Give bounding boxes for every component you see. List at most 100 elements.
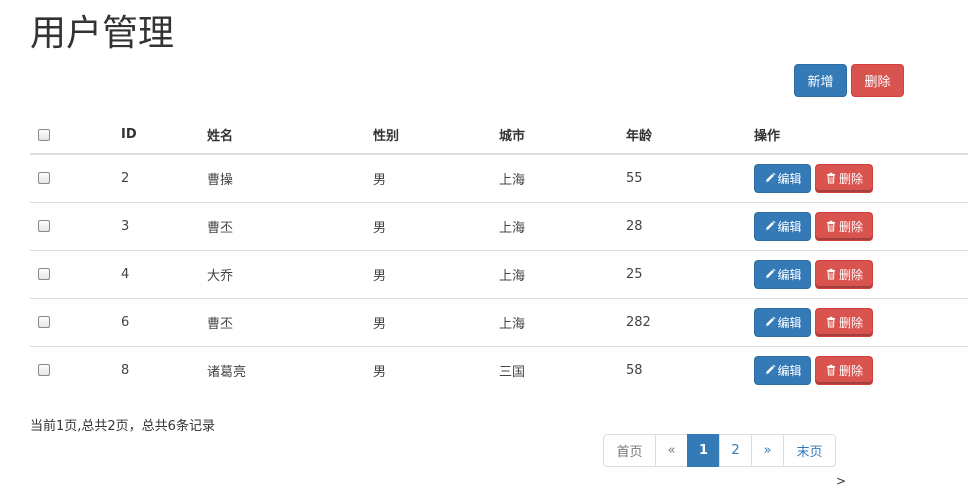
cell-age: 28 bbox=[618, 201, 746, 250]
user-table-container: ID 姓名 性别 城市 年龄 操作 2 曹操男上海 55 编辑 删除 3 曹丕男上海 28 编辑… bbox=[30, 116, 968, 394]
table-row: 8 诸葛亮男三国 58 编辑 删除 bbox=[30, 345, 968, 394]
trash-icon bbox=[825, 364, 837, 376]
cell-id: 3 bbox=[113, 201, 199, 250]
cell-gender: 男 bbox=[365, 297, 491, 346]
page-first[interactable]: 首页 bbox=[603, 434, 656, 467]
cell-city: 上海 bbox=[499, 172, 526, 188]
trash-icon bbox=[825, 316, 837, 328]
cell-age: 58 bbox=[618, 345, 746, 394]
delete-button-label: 删除 bbox=[839, 171, 864, 186]
user-table: ID 姓名 性别 城市 年龄 操作 2 曹操男上海 55 编辑 删除 3 曹丕男上海 28 编辑… bbox=[30, 116, 968, 394]
delete-button-label: 删除 bbox=[839, 315, 864, 330]
row-actions: 编辑 删除 bbox=[754, 211, 960, 241]
row-actions: 编辑 删除 bbox=[754, 259, 960, 289]
edit-button-label: 编辑 bbox=[777, 219, 802, 234]
header-gender: 性别 bbox=[365, 116, 491, 155]
pagination: 首页 « 1 2 » 末页 bbox=[603, 434, 836, 467]
cell-city: 上海 bbox=[491, 297, 618, 346]
edit-button[interactable]: 编辑 bbox=[754, 307, 811, 337]
edit-button-label: 编辑 bbox=[777, 315, 802, 330]
edit-button[interactable]: 编辑 bbox=[754, 355, 811, 385]
pencil-icon bbox=[764, 172, 776, 184]
cell-ops: 编辑 删除 bbox=[746, 345, 968, 394]
cell-city: 上海 bbox=[491, 249, 618, 298]
row-checkbox[interactable] bbox=[38, 268, 50, 280]
cell-name: 诸葛亮 bbox=[199, 345, 365, 394]
cell-ops: 编辑 删除 bbox=[746, 249, 968, 298]
row-select-cell bbox=[30, 297, 113, 346]
cell-name: 曹丕 bbox=[199, 201, 365, 250]
row-select-cell bbox=[30, 249, 113, 298]
add-button[interactable]: 新增 bbox=[794, 64, 847, 97]
cell-name: 曹丕 bbox=[199, 297, 365, 346]
row-actions: 编辑 删除 bbox=[754, 307, 960, 337]
header-city: 城市 bbox=[491, 116, 618, 155]
cell-name: 大乔 bbox=[199, 249, 365, 298]
edit-button-label: 编辑 bbox=[777, 267, 802, 282]
row-actions: 编辑 删除 bbox=[754, 355, 960, 385]
page-2[interactable]: 2 bbox=[719, 434, 752, 467]
row-checkbox[interactable] bbox=[38, 364, 50, 377]
cell-age: 55 bbox=[626, 170, 643, 186]
row-checkbox[interactable] bbox=[38, 316, 50, 328]
pencil-icon bbox=[764, 316, 776, 328]
cell-gender: 男 bbox=[373, 172, 387, 188]
cell-ops: 编辑 删除 bbox=[746, 154, 968, 202]
delete-selected-button[interactable]: 删除 bbox=[851, 64, 904, 97]
cell-id: 4 bbox=[113, 249, 199, 298]
page-1[interactable]: 1 bbox=[687, 434, 720, 467]
edit-button-label: 编辑 bbox=[777, 171, 802, 186]
page-last[interactable]: 末页 bbox=[783, 434, 836, 467]
header-ops: 操作 bbox=[746, 116, 968, 155]
trash-icon bbox=[825, 172, 837, 184]
cell-id: 6 bbox=[113, 297, 199, 346]
table-header-row: ID 姓名 性别 城市 年龄 操作 bbox=[30, 116, 968, 155]
delete-button[interactable]: 删除 bbox=[815, 307, 873, 337]
cell-gender: 男 bbox=[365, 201, 491, 250]
delete-button[interactable]: 删除 bbox=[815, 211, 873, 241]
table-row: 4 大乔男上海 25 编辑 删除 bbox=[30, 249, 968, 298]
header-id: ID bbox=[113, 116, 199, 155]
edit-button-label: 编辑 bbox=[777, 363, 802, 378]
select-all-checkbox[interactable] bbox=[38, 128, 50, 141]
delete-button-label: 删除 bbox=[839, 363, 864, 378]
row-checkbox[interactable] bbox=[38, 172, 50, 185]
cell-gender: 男 bbox=[365, 345, 491, 394]
page-prev[interactable]: « bbox=[655, 434, 688, 467]
edit-button[interactable]: 编辑 bbox=[754, 259, 811, 289]
cell-age: 25 bbox=[618, 249, 746, 298]
header-age: 年龄 bbox=[618, 116, 746, 155]
page-next[interactable]: » bbox=[751, 434, 784, 467]
row-actions: 编辑 删除 bbox=[754, 163, 960, 193]
row-checkbox[interactable] bbox=[38, 220, 50, 232]
table-body: 2 曹操男上海 55 编辑 删除 3 曹丕男上海 28 编辑 删除 4 大乔男上海 25 编辑 删除 6 曹丕男… bbox=[30, 154, 968, 394]
stray-glyph: > bbox=[836, 474, 847, 488]
edit-button[interactable]: 编辑 bbox=[754, 163, 811, 193]
row-select-cell bbox=[30, 345, 113, 394]
delete-button-label: 删除 bbox=[839, 267, 864, 282]
top-actions: 新增 删除 bbox=[794, 64, 904, 97]
page-title: 用户管理 bbox=[30, 13, 175, 54]
row-select-cell bbox=[30, 154, 113, 202]
table-row: 6 曹丕男上海 282 编辑 删除 bbox=[30, 297, 968, 346]
table-row: 2 曹操 男 上海 55 编辑 删除 bbox=[30, 154, 968, 202]
pagination-info: 当前1页,总共2页，总共6条记录 bbox=[30, 419, 215, 434]
delete-button-label: 删除 bbox=[839, 219, 864, 234]
edit-button[interactable]: 编辑 bbox=[754, 211, 811, 241]
cell-gender: 男 bbox=[365, 249, 491, 298]
pencil-icon bbox=[764, 220, 776, 232]
cell-ops: 编辑 删除 bbox=[746, 201, 968, 250]
delete-button[interactable]: 删除 bbox=[815, 163, 873, 193]
pencil-icon bbox=[764, 268, 776, 280]
delete-button[interactable]: 删除 bbox=[815, 259, 873, 289]
select-all-cell bbox=[30, 116, 113, 155]
cell-city: 三国 bbox=[491, 345, 618, 394]
cell-name: 曹操 bbox=[207, 172, 234, 188]
cell-ops: 编辑 删除 bbox=[746, 297, 968, 346]
delete-button[interactable]: 删除 bbox=[815, 355, 873, 385]
header-name: 姓名 bbox=[199, 116, 365, 155]
row-select-cell bbox=[30, 201, 113, 250]
trash-icon bbox=[825, 220, 837, 232]
pencil-icon bbox=[764, 364, 776, 376]
table-row: 3 曹丕男上海 28 编辑 删除 bbox=[30, 201, 968, 250]
